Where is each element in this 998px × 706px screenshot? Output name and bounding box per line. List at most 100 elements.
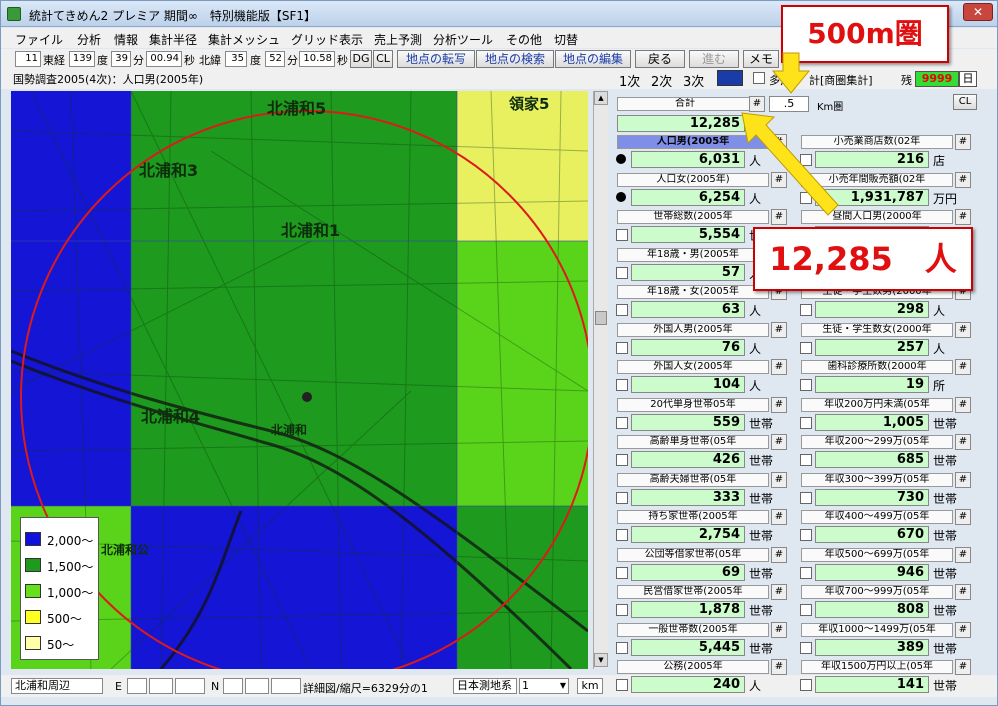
lat-deg-field[interactable]: 35: [225, 51, 247, 67]
menu-analysis[interactable]: 分析: [77, 31, 101, 48]
lon-deg-field[interactable]: 139: [69, 51, 95, 67]
stat-hash-button[interactable]: #: [771, 396, 787, 413]
stat-checkbox[interactable]: [800, 529, 812, 541]
stat-label[interactable]: 20代単身世帯05年: [617, 397, 769, 412]
color-swatch[interactable]: [717, 70, 743, 86]
stat-label[interactable]: 年収300〜399万(05年: [801, 472, 953, 487]
stat-label[interactable]: 公務(2005年: [617, 660, 769, 674]
stat-checkbox[interactable]: [616, 266, 628, 279]
panel-cl-button[interactable]: CL: [953, 94, 977, 110]
stat-checkbox[interactable]: [616, 529, 628, 541]
stat-label[interactable]: 年18歳・男(2005年: [617, 247, 769, 262]
tab-secondary[interactable]: 2次: [651, 71, 672, 90]
stat-label[interactable]: 一般世帯数(2005年: [617, 622, 769, 637]
stat-hash-button[interactable]: #: [771, 546, 787, 563]
stat-label[interactable]: 年収500〜699万(05年: [801, 547, 953, 562]
stat-hash-button[interactable]: #: [771, 509, 787, 525]
stat-hash-button[interactable]: #: [955, 396, 971, 413]
stat-hash-button[interactable]: #: [771, 434, 787, 450]
stat-checkbox[interactable]: [616, 491, 628, 504]
lon-min-field[interactable]: 39: [111, 51, 131, 67]
menu-grid[interactable]: グリッド表示: [291, 31, 363, 48]
forward-button[interactable]: 進む: [689, 50, 739, 68]
copy-point-button[interactable]: 地点の転写: [397, 50, 475, 68]
stat-checkbox[interactable]: [800, 454, 812, 466]
lon-sec-field[interactable]: 00.94: [146, 51, 182, 67]
stat-hash-button[interactable]: #: [955, 584, 971, 600]
menu-mesh[interactable]: 集計メッシュ: [208, 31, 280, 48]
stat-hash-button[interactable]: #: [955, 546, 971, 563]
stat-hash-button[interactable]: #: [955, 659, 971, 675]
stat-hash-button[interactable]: #: [955, 209, 971, 225]
stat-label[interactable]: 高齢夫婦世帯(05年: [617, 472, 769, 487]
menu-radius[interactable]: 集計半径: [149, 31, 197, 48]
stat-checkbox[interactable]: [800, 491, 812, 504]
stat-checkbox[interactable]: [616, 566, 628, 579]
radio-selected-icon[interactable]: [616, 154, 626, 164]
lat-min-field[interactable]: 52: [265, 51, 285, 67]
stat-hash-button[interactable]: #: [771, 321, 787, 338]
stat-hash-button[interactable]: #: [955, 134, 971, 150]
stat-checkbox[interactable]: [800, 379, 812, 391]
stat-checkbox[interactable]: [616, 641, 628, 654]
stat-label[interactable]: 持ち家世帯(2005年: [617, 510, 769, 524]
stat-checkbox[interactable]: [616, 304, 628, 316]
stat-label[interactable]: 高齢単身世帯(05年: [617, 435, 769, 449]
lat-sec-field[interactable]: 10.58: [299, 51, 335, 67]
cl-button[interactable]: CL: [373, 50, 393, 68]
stat-hash-button[interactable]: #: [955, 321, 971, 338]
edit-point-button[interactable]: 地点の編集: [555, 50, 631, 68]
stat-hash-button[interactable]: #: [955, 621, 971, 638]
search-point-button[interactable]: 地点の検索: [476, 50, 554, 68]
stat-label[interactable]: 年収1000〜1499万(05年: [801, 622, 953, 637]
tab-primary[interactable]: 1次: [619, 71, 640, 90]
stat-checkbox[interactable]: [800, 604, 812, 616]
stat-hash-button[interactable]: #: [771, 359, 787, 375]
stat-hash-button[interactable]: #: [955, 359, 971, 375]
map-scrollbar[interactable]: ▲ ▼: [593, 91, 608, 669]
stat-label[interactable]: 年収200万円未満(05年: [801, 397, 953, 412]
stat-label[interactable]: 生徒・学生数女(2000年: [801, 322, 953, 337]
menu-info[interactable]: 情報: [114, 31, 138, 48]
radius-select[interactable]: 1 ▼: [519, 678, 569, 694]
menu-file[interactable]: ファイル: [15, 31, 63, 48]
stat-label[interactable]: 歯科診療所数(2000年: [801, 360, 953, 374]
stat-hash-button[interactable]: #: [771, 471, 787, 488]
scroll-thumb[interactable]: [595, 311, 607, 325]
tab-tertiary[interactable]: 3次: [683, 71, 704, 90]
stat-label[interactable]: 外国人男(2005年: [617, 322, 769, 337]
stat-checkbox[interactable]: [616, 341, 628, 354]
stat-label[interactable]: 外国人女(2005年: [617, 360, 769, 374]
stat-checkbox[interactable]: [800, 566, 812, 579]
stat-checkbox[interactable]: [616, 454, 628, 466]
back-button[interactable]: 戻る: [635, 50, 685, 68]
stat-hash-button[interactable]: #: [955, 471, 971, 488]
stat-label[interactable]: 年18歳・女(2005年: [617, 285, 769, 299]
dg-button[interactable]: DG: [350, 50, 372, 68]
stat-hash-button[interactable]: #: [771, 584, 787, 600]
scroll-up-arrow[interactable]: ▲: [594, 91, 608, 105]
menu-switch[interactable]: 切替: [554, 31, 578, 48]
stat-hash-button[interactable]: #: [771, 659, 787, 675]
radio-selected-icon[interactable]: [616, 191, 626, 202]
menu-sales[interactable]: 売上予測: [374, 31, 422, 48]
stat-label[interactable]: 年収200〜299万(05年: [801, 435, 953, 449]
stat-label[interactable]: 公団等借家世帯(05年: [617, 547, 769, 562]
stat-checkbox[interactable]: [616, 679, 628, 691]
stat-checkbox[interactable]: [800, 341, 812, 354]
stat-checkbox[interactable]: [616, 604, 628, 616]
scroll-down-arrow[interactable]: ▼: [594, 653, 608, 667]
zoom-field[interactable]: 11: [15, 51, 41, 67]
close-button[interactable]: ✕: [963, 3, 993, 21]
stat-checkbox[interactable]: [616, 416, 628, 429]
stat-label[interactable]: 年収1500万円以上(05年: [801, 660, 953, 674]
stat-checkbox[interactable]: [800, 416, 812, 429]
menu-other[interactable]: その他: [506, 31, 542, 48]
stat-label[interactable]: 年収400〜499万(05年: [801, 510, 953, 524]
stat-label[interactable]: 民営借家世帯(2005年: [617, 585, 769, 599]
menu-tools[interactable]: 分析ツール: [433, 31, 493, 48]
stat-checkbox[interactable]: [616, 229, 628, 241]
stat-checkbox[interactable]: [616, 379, 628, 391]
stat-hash-button[interactable]: #: [955, 509, 971, 525]
stat-label[interactable]: 年収700〜999万(05年: [801, 585, 953, 599]
